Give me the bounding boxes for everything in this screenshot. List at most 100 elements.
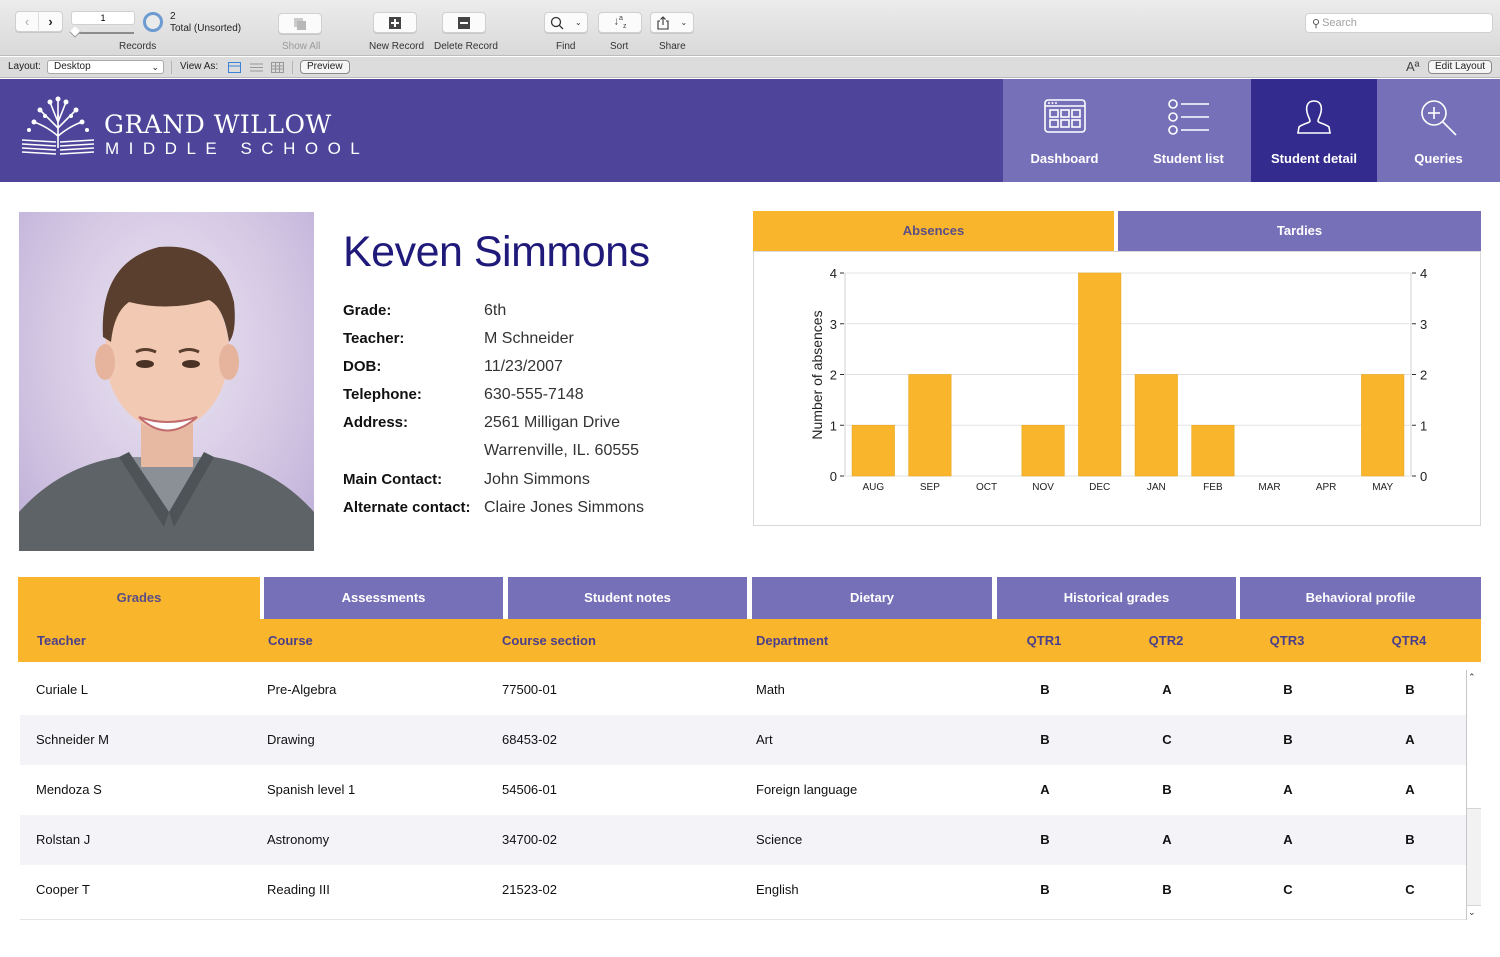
field-value-teacher[interactable]: M Schneider: [484, 330, 574, 348]
form-view-icon[interactable]: [228, 62, 241, 73]
layout-select[interactable]: Desktop ⌄: [47, 60, 164, 74]
student-name: Keven Simmons: [343, 228, 650, 276]
column-header-course[interactable]: Course: [268, 633, 313, 648]
x-tick-label: APR: [1316, 482, 1337, 493]
x-tick-label: AUG: [862, 482, 884, 493]
column-header-teacher[interactable]: Teacher: [37, 633, 86, 648]
y-tick-label: 3: [830, 317, 837, 332]
column-header-qtr4[interactable]: QTR4: [1392, 633, 1427, 648]
column-header-department[interactable]: Department: [756, 633, 828, 648]
bar-dec[interactable]: [1078, 272, 1122, 477]
nav-tab-student-list[interactable]: Student list: [1126, 79, 1251, 182]
record-total-label: Total (Unsorted): [170, 23, 242, 34]
tab-tardies[interactable]: Tardies: [1118, 211, 1481, 251]
field-value-telephone[interactable]: 630-555-7148: [484, 386, 584, 404]
sort-button[interactable]: ↓az: [598, 12, 642, 33]
column-header-qtr1[interactable]: QTR1: [1027, 633, 1062, 648]
cell-course: Reading III: [267, 882, 330, 897]
show-all-button[interactable]: [278, 13, 322, 34]
table-view-icon[interactable]: [271, 62, 284, 73]
record-slider-thumb[interactable]: [69, 26, 81, 38]
cell-qtr1: A: [1040, 782, 1050, 797]
search-input[interactable]: [1322, 17, 1483, 29]
cell-qtr2: C: [1162, 732, 1172, 747]
new-record-button[interactable]: [373, 12, 417, 33]
cell-qtr4: A: [1405, 782, 1415, 797]
column-header-course-section[interactable]: Course section: [502, 633, 596, 648]
previous-record-button[interactable]: ‹: [16, 11, 40, 32]
column-header-qtr2[interactable]: QTR2: [1149, 633, 1184, 648]
column-header-qtr3[interactable]: QTR3: [1270, 633, 1305, 648]
table-row[interactable]: Mendoza S Spanish level 1 54506-01 Foreign …: [20, 765, 1466, 815]
y2-tick-label: 3: [1420, 317, 1427, 332]
layout-bar: Layout: Desktop ⌄ View As: Preview Aª Ed…: [0, 57, 1500, 78]
field-label-dob: DOB:: [343, 358, 382, 375]
tab-dietary[interactable]: Dietary: [752, 577, 992, 619]
field-value-main-contact[interactable]: John Simmons: [484, 471, 590, 489]
field-label-grade: Grade:: [343, 302, 392, 319]
tab-behavioral-profile[interactable]: Behavioral profile: [1240, 577, 1481, 619]
divider: [292, 61, 293, 74]
scroll-down-arrow-icon[interactable]: ⌄: [1468, 907, 1476, 918]
plus-icon: [389, 16, 401, 29]
bar-jan[interactable]: [1134, 374, 1178, 477]
view-as-label: View As:: [180, 61, 219, 72]
share-dropdown-chevron-icon[interactable]: ⌄: [680, 18, 687, 27]
record-number-field[interactable]: 1: [71, 11, 135, 25]
bar-nov[interactable]: [1021, 424, 1065, 477]
bar-sep[interactable]: [908, 374, 952, 477]
y-tick-label: 2: [830, 368, 837, 383]
tab-historical-grades[interactable]: Historical grades: [997, 577, 1236, 619]
chevron-down-icon: ⌄: [151, 62, 159, 72]
bar-may[interactable]: [1361, 374, 1405, 477]
share-button[interactable]: ⌄: [650, 12, 694, 33]
delete-record-button[interactable]: [442, 12, 486, 33]
x-tick-label: OCT: [976, 482, 997, 493]
cell-qtr2: A: [1162, 682, 1172, 697]
table-row[interactable]: Rolstan J Astronomy 34700-02 Science B A A B: [20, 815, 1466, 865]
field-value-grade[interactable]: 6th: [484, 302, 506, 320]
tab-grades[interactable]: Grades: [18, 577, 260, 620]
find-dropdown-chevron-icon[interactable]: ⌄: [575, 18, 582, 27]
font-size-icon[interactable]: Aª: [1406, 59, 1419, 74]
cell-qtr1: B: [1040, 732, 1050, 747]
field-value-address-line2[interactable]: Warrenville, IL. 60555: [484, 442, 639, 460]
field-value-address-line1[interactable]: 2561 Milligan Drive: [484, 414, 620, 432]
table-row[interactable]: Curiale L Pre-Algebra 77500-01 Math B A B B: [20, 665, 1466, 715]
cell-department: Science: [756, 832, 803, 847]
table-row[interactable]: Cooper T Reading III 21523-02 English B B C C: [20, 865, 1466, 915]
nav-tab-student-detail[interactable]: Student detail: [1251, 79, 1377, 182]
x-tick-label: MAR: [1258, 482, 1280, 493]
field-value-alternate-contact[interactable]: Claire Jones Simmons: [484, 499, 644, 517]
table-row[interactable]: Schneider M Drawing 68453-02 Art B C B A: [20, 715, 1466, 765]
nav-tab-dashboard[interactable]: Dashboard: [1003, 79, 1126, 182]
nav-tab-label: Student list: [1153, 151, 1224, 166]
nav-tab-queries[interactable]: Queries: [1377, 79, 1500, 182]
bar-feb[interactable]: [1191, 424, 1235, 477]
search-field[interactable]: ⚲: [1305, 13, 1493, 33]
tab-assessments[interactable]: Assessments: [264, 577, 503, 619]
list-view-icon[interactable]: [250, 62, 263, 73]
field-value-dob[interactable]: 11/23/2007: [484, 358, 563, 376]
edit-layout-button[interactable]: Edit Layout: [1428, 60, 1493, 74]
student-portrait-image: [19, 246, 314, 551]
toolbar: ‹ › 1 Records 2 Total (Unsorted) Show Al…: [0, 0, 1500, 56]
cell-teacher: Mendoza S: [36, 782, 102, 797]
school-logo-tree-book-icon: [21, 96, 95, 155]
found-set-pie-icon: [143, 12, 163, 32]
field-label-address: Address:: [343, 414, 409, 431]
preview-button[interactable]: Preview: [300, 60, 350, 74]
tab-absences[interactable]: Absences: [753, 211, 1114, 251]
bar-aug[interactable]: [851, 424, 895, 477]
tab-student-notes[interactable]: Student notes: [508, 577, 747, 619]
delete-record-label: Delete Record: [434, 41, 498, 52]
next-record-button[interactable]: ›: [39, 11, 62, 32]
x-tick-label: SEP: [920, 482, 940, 493]
record-slider[interactable]: [74, 32, 134, 34]
scrollbar-thumb[interactable]: [1467, 808, 1481, 906]
layout-select-value: Desktop: [54, 61, 91, 72]
scroll-up-arrow-icon[interactable]: ⌃: [1468, 672, 1476, 683]
record-nav: ‹ ›: [15, 11, 63, 32]
show-all-label: Show All: [282, 41, 321, 52]
find-button[interactable]: ⌄: [544, 12, 588, 33]
